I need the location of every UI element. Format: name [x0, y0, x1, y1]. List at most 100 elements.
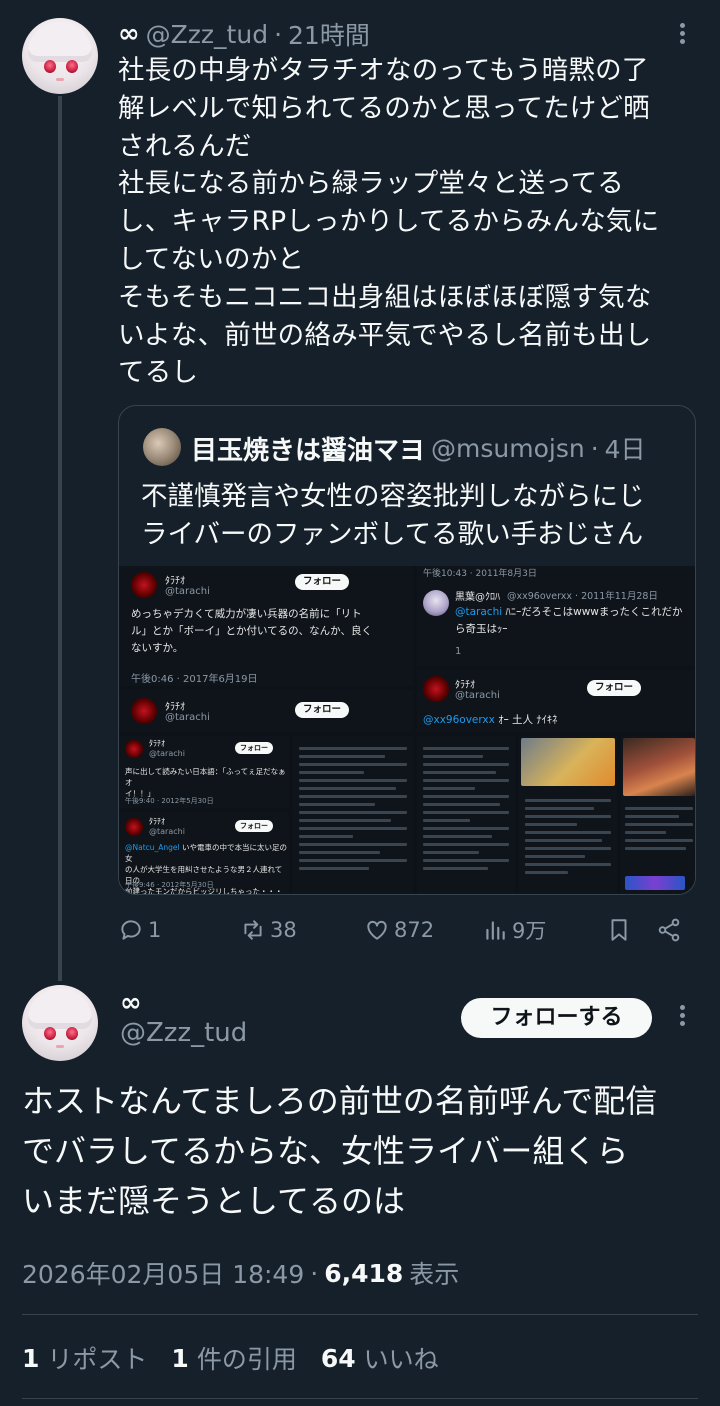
- views-button[interactable]: 9万: [482, 910, 546, 950]
- mini-name: 黒葉@ｸﾛﾊ: [455, 592, 500, 603]
- share-icon: [658, 918, 680, 942]
- quoted-tweet-text: 不謹慎発言や女性の容姿批判しながらにじ ライバーのファンボしてる歌い手おじさん: [141, 481, 645, 550]
- mini-avatar: [125, 818, 143, 836]
- mini-handle: @xx96overxx · 2011年11月28日: [507, 591, 658, 602]
- mini-time: 午後9:46 · 2012年5月30日: [125, 881, 214, 889]
- likes-count[interactable]: 64: [321, 1344, 356, 1373]
- mini-text: 声に出して読みたい日本語：「ふってぇ足だなぁオ イ！！」: [125, 767, 286, 798]
- tweet-action-bar: 1 38 872 9万: [118, 910, 696, 950]
- mini-name: ﾀﾗﾁｵ: [149, 739, 165, 748]
- repost-icon: [244, 920, 262, 940]
- mini-name: ﾀﾗﾁｵ: [165, 702, 185, 713]
- mini-handle: @tarachi: [149, 749, 185, 758]
- views-count: 6,418: [324, 1258, 404, 1288]
- mini-text-body: ｵｰ 土人 ﾅｲｷﾈ: [494, 714, 558, 726]
- tweet-text: ホストなんてましろの前世の名前呼んで配信 でバラしてるからな、女性ライバー組くら…: [22, 1082, 658, 1220]
- quotes-label[interactable]: 件の引用: [197, 1340, 297, 1376]
- reposts-label[interactable]: リポスト: [47, 1340, 147, 1376]
- user-handle[interactable]: @Zzz_tud: [120, 1018, 247, 1048]
- likes-label[interactable]: いいね: [364, 1340, 439, 1376]
- mini-name: ﾀﾗﾁｵ: [455, 680, 475, 691]
- reply-count: 1: [148, 918, 162, 942]
- quotes-count[interactable]: 1: [171, 1344, 188, 1373]
- screenshot-tiny-column: [293, 736, 413, 894]
- tweet-time[interactable]: 21時間: [288, 16, 370, 52]
- engagement-stats: 1 リポスト 1 件の引用 64 いいね: [22, 1340, 463, 1376]
- thread-connector-line: [58, 96, 62, 981]
- display-name[interactable]: ∞: [120, 988, 142, 1018]
- mini-follow-button: フォロー: [587, 680, 642, 696]
- mini-name: ﾀﾗﾁｵ: [149, 817, 165, 826]
- screenshot-tweet-5: 午後10:43 · 2011年8月3日 黒葉@ｸﾛﾊ @xx96overxx ·…: [417, 566, 695, 666]
- separator-dot: ·: [274, 19, 283, 49]
- bookmark-button[interactable]: [606, 910, 632, 950]
- screenshot-tweet-3: ﾀﾗﾁｵ @tarachi フォロー 声に出して読みたい日本語：「ふってぇ足だな…: [119, 736, 289, 808]
- mini-reply-count: 1: [455, 646, 462, 657]
- mini-mention: @xx96overxx: [423, 714, 495, 726]
- quoted-media-collage[interactable]: ﾀﾗﾁｵ @tarachi フォロー めっちゃデカくて威力が凄い兵器の名前に「リ…: [119, 566, 695, 894]
- image-thumbnail: [625, 876, 685, 890]
- reply-button[interactable]: 1: [118, 910, 161, 950]
- mini-avatar: [423, 676, 449, 702]
- mini-handle: @tarachi: [165, 712, 210, 723]
- mini-header-time: 午後10:43 · 2011年8月3日: [423, 569, 537, 579]
- mini-time: 午後0:46 · 2017年6月19日: [131, 674, 258, 685]
- mini-mention: @tarachi: [455, 606, 503, 618]
- mini-follow-button: フォロー: [235, 742, 273, 754]
- quoted-avatar: [143, 428, 181, 466]
- mini-handle: @tarachi: [149, 827, 185, 836]
- views-count: 9万: [512, 919, 547, 943]
- mini-avatar: [423, 590, 449, 616]
- screenshot-tiny-column: [621, 736, 695, 894]
- mini-follow-button: フォロー: [295, 574, 350, 590]
- mini-follow-button: フォロー: [295, 702, 350, 718]
- divider: [22, 1398, 698, 1399]
- screenshot-tiny-column: [417, 736, 515, 894]
- reposts-count[interactable]: 1: [22, 1344, 39, 1373]
- reply-icon: [121, 920, 141, 940]
- image-thumbnail: [623, 738, 695, 796]
- screenshot-tiny-column: [519, 736, 617, 894]
- follow-button[interactable]: フォローする: [461, 998, 652, 1038]
- mini-avatar: [131, 572, 157, 598]
- quoted-tweet-header: 目玉焼きは醤油マヨ @msumojsn · 4日: [191, 428, 646, 468]
- avatar[interactable]: [22, 985, 98, 1061]
- views-label: 表示: [409, 1260, 460, 1289]
- bookmark-icon: [611, 919, 627, 941]
- share-button[interactable]: [656, 910, 682, 950]
- quoted-display-name: 目玉焼きは醤油マヨ: [191, 435, 426, 466]
- screenshot-tweet-6: ﾀﾗﾁｵ @tarachi フォロー @xx96overxx ｵｰ 土人 ﾅｲｷ…: [417, 670, 695, 732]
- tweet-meta: 2026年02月05日 18:49 · 6,418 表示: [22, 1255, 459, 1291]
- parent-tweet[interactable]: ∞ @Zzz_tud · 21時間 社長の中身がタラチオなのってもう暗黙の了 解…: [0, 0, 720, 981]
- mini-handle: @tarachi: [455, 690, 500, 701]
- screenshot-tweet-4: ﾀﾗﾁｵ @tarachi フォロー @Natcu_Angel いや電車の中で本…: [119, 812, 289, 894]
- mini-time: 午後9:40 · 2012年5月30日: [125, 797, 214, 805]
- quoted-tweet-card[interactable]: 目玉焼きは醤油マヨ @msumojsn · 4日 不謹慎発言や女性の容姿批判しな…: [118, 405, 696, 895]
- heart-icon: [367, 920, 387, 940]
- tweet-text: 社長の中身がタラチオなのってもう暗黙の了 解レベルで知られてるのかと思ってたけど…: [118, 55, 660, 389]
- screenshot-tweet-1: ﾀﾗﾁｵ @tarachi フォロー めっちゃデカくて威力が凄い兵器の名前に「リ…: [119, 566, 413, 686]
- divider: [22, 1314, 698, 1315]
- tweet-header: ∞ @Zzz_tud · 21時間: [118, 18, 370, 50]
- separator-dot: ·: [310, 1258, 319, 1288]
- views-chart-icon: [486, 921, 505, 940]
- more-options-icon[interactable]: [670, 1002, 694, 1032]
- repost-button[interactable]: 38: [240, 910, 297, 950]
- screenshot-tweet-2: ﾀﾗﾁｵ @tarachi フォロー: [119, 690, 413, 732]
- mini-avatar: [131, 698, 157, 724]
- mini-mention: @Natcu_Angel: [125, 843, 180, 852]
- like-button[interactable]: 872: [364, 910, 434, 950]
- separator-dot: ·: [590, 433, 599, 463]
- quoted-time: 4日: [604, 435, 646, 464]
- tweet-timestamp[interactable]: 2026年02月05日 18:49: [22, 1255, 304, 1291]
- mini-text: @tarachi ﾊﾆｰだろそこはwwwまったくこれだか ら奇玉はｯｰ: [455, 604, 695, 638]
- mini-follow-button: フォロー: [235, 820, 273, 832]
- repost-count: 38: [270, 918, 297, 942]
- like-count: 872: [394, 918, 435, 942]
- mini-handle: @tarachi: [165, 586, 210, 597]
- user-handle[interactable]: @Zzz_tud: [146, 20, 268, 49]
- display-name[interactable]: ∞: [118, 19, 140, 49]
- more-options-icon[interactable]: [670, 20, 694, 50]
- mini-text: @xx96overxx ｵｰ 土人 ﾅｲｷﾈ: [423, 712, 693, 729]
- avatar[interactable]: [22, 18, 98, 94]
